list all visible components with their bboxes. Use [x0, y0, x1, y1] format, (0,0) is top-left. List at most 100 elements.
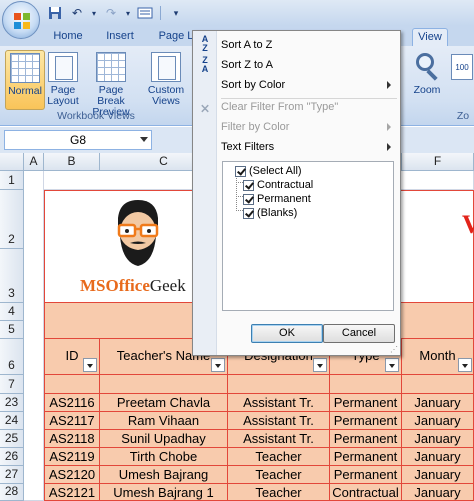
blank-cell[interactable] [402, 375, 474, 394]
cell-designation[interactable]: Assistant Tr. [228, 430, 330, 448]
blank-cell[interactable] [330, 375, 402, 394]
cell-teachers-name[interactable]: Preetam Chavla [100, 394, 228, 412]
cell-designation[interactable]: Teacher [228, 448, 330, 466]
cell-id[interactable]: AS2119 [44, 448, 100, 466]
normal-view-label: Normal [8, 85, 42, 97]
blank-cell[interactable] [228, 375, 330, 394]
custom-views-button[interactable]: Custom Views [146, 50, 186, 110]
filter-value-permanent[interactable]: Permanent [243, 192, 311, 206]
row-header[interactable]: 2 [0, 190, 24, 249]
cancel-button[interactable]: Cancel [323, 324, 395, 343]
row-header[interactable]: 4 [0, 303, 24, 321]
cell-type[interactable]: Contractual [330, 484, 402, 501]
filter-value-blanks[interactable]: (Blanks) [243, 206, 297, 220]
cell-teachers-name[interactable]: Umesh Bajrang [100, 466, 228, 484]
row-header[interactable]: 27 [0, 466, 24, 484]
row-header[interactable]: 1 [0, 171, 24, 190]
filter-dropdown-id[interactable] [83, 358, 97, 372]
cell-id[interactable]: AS2120 [44, 466, 100, 484]
sort-z-to-a-item[interactable]: Sort Z to A [221, 55, 397, 75]
tab-page-layout[interactable]: Page L [156, 28, 196, 46]
cell-type[interactable]: Permanent [330, 394, 402, 412]
cell-id[interactable]: AS2118 [44, 430, 100, 448]
save-icon[interactable] [46, 4, 64, 22]
quick-print-icon[interactable] [136, 4, 154, 22]
row-header[interactable]: 24 [0, 412, 24, 430]
zoom-button[interactable]: Zoom [408, 50, 446, 110]
cell-id[interactable]: AS2116 [44, 394, 100, 412]
cell-month[interactable]: January [402, 466, 474, 484]
cell-designation[interactable]: Assistant Tr. [228, 394, 330, 412]
redo-icon[interactable]: ↷ [102, 4, 120, 22]
cell-teachers-name[interactable]: Tirth Chobe [100, 448, 228, 466]
undo-icon[interactable]: ↶ [68, 4, 86, 22]
row-header[interactable]: 25 [0, 430, 24, 448]
cell-id[interactable]: AS2117 [44, 412, 100, 430]
select-all-corner[interactable] [0, 153, 24, 171]
cell-month[interactable]: January [402, 430, 474, 448]
clear-filter-item[interactable]: Clear Filter From "Type" [221, 97, 397, 117]
cell-teachers-name[interactable]: Umesh Bajrang 1 [100, 484, 228, 501]
tab-view[interactable]: View [412, 28, 448, 46]
tab-home[interactable]: Home [48, 28, 88, 46]
normal-view-button[interactable]: Normal [5, 50, 45, 110]
page-layout-view-button[interactable]: Page Layout [46, 50, 80, 110]
row-header[interactable]: 6 [0, 339, 24, 375]
header-cell-id[interactable]: ID [44, 339, 100, 375]
column-header-a[interactable]: A [24, 153, 44, 171]
checkbox-checked[interactable] [243, 179, 254, 191]
page-break-preview-button[interactable]: Page Break Preview [84, 50, 138, 118]
customize-qat-icon[interactable]: ▾ [167, 4, 185, 22]
text-filters-item[interactable]: Text Filters [221, 137, 397, 157]
filter-dropdown-type[interactable] [385, 358, 399, 372]
cell-teachers-name[interactable]: Ram Vihaan [100, 412, 228, 430]
row-header[interactable]: 7 [0, 375, 24, 394]
filter-value-label: (Select All) [249, 165, 302, 177]
cell-month[interactable]: January [402, 394, 474, 412]
resize-grip-icon[interactable]: ⋰ [390, 345, 399, 354]
checkbox-checked[interactable] [243, 193, 254, 205]
filter-dropdown-teachers-name[interactable] [211, 358, 225, 372]
sort-by-color-item[interactable]: Sort by Color [221, 75, 397, 95]
name-box[interactable]: G8 [4, 130, 152, 150]
row-header[interactable]: 26 [0, 448, 24, 466]
ok-button[interactable]: OK [251, 324, 323, 343]
cell-designation[interactable]: Teacher [228, 466, 330, 484]
filter-value-contractual[interactable]: Contractual [243, 178, 313, 192]
cell-designation[interactable]: Assistant Tr. [228, 412, 330, 430]
sort-a-to-z-item[interactable]: Sort A to Z [221, 35, 397, 55]
row-header[interactable]: 28 [0, 484, 24, 501]
column-header-f[interactable]: F [402, 153, 474, 171]
cell-type[interactable]: Permanent [330, 430, 402, 448]
filter-value-select-all[interactable]: (Select All) [235, 164, 302, 178]
cell-month[interactable]: January [402, 484, 474, 501]
chevron-down-icon[interactable] [140, 137, 148, 142]
filter-dropdown-designation[interactable] [313, 358, 327, 372]
header-cell-month[interactable]: Month [402, 339, 474, 375]
filter-dropdown-month[interactable] [458, 358, 472, 372]
cell-type[interactable]: Permanent [330, 448, 402, 466]
blank-cell[interactable] [44, 375, 100, 394]
cell-month[interactable]: January [402, 448, 474, 466]
filter-values-list[interactable]: (Select All) Contractual Permanent (Blan… [222, 161, 394, 311]
filter-by-color-item[interactable]: Filter by Color [221, 117, 397, 137]
row-header[interactable]: 5 [0, 321, 24, 339]
row-header[interactable]: 23 [0, 394, 24, 412]
zoom-100-button[interactable]: 100 [450, 50, 474, 110]
checkbox-checked[interactable] [235, 165, 246, 177]
cell-teachers-name[interactable]: Sunil Upadhay [100, 430, 228, 448]
cell-id[interactable]: AS2121 [44, 484, 100, 501]
cell-type[interactable]: Permanent [330, 466, 402, 484]
row-header[interactable]: 3 [0, 249, 24, 303]
column-a-cells[interactable] [24, 171, 44, 501]
tab-insert[interactable]: Insert [100, 28, 140, 46]
chevron-down-icon[interactable]: ▾ [124, 4, 132, 22]
blank-cell[interactable] [100, 375, 228, 394]
cell-designation[interactable]: Teacher [228, 484, 330, 501]
cell-type[interactable]: Permanent [330, 412, 402, 430]
chevron-down-icon[interactable]: ▾ [90, 4, 98, 22]
cell-month[interactable]: January [402, 412, 474, 430]
office-button[interactable] [2, 1, 40, 39]
checkbox-checked[interactable] [243, 207, 254, 219]
column-header-b[interactable]: B [44, 153, 100, 171]
